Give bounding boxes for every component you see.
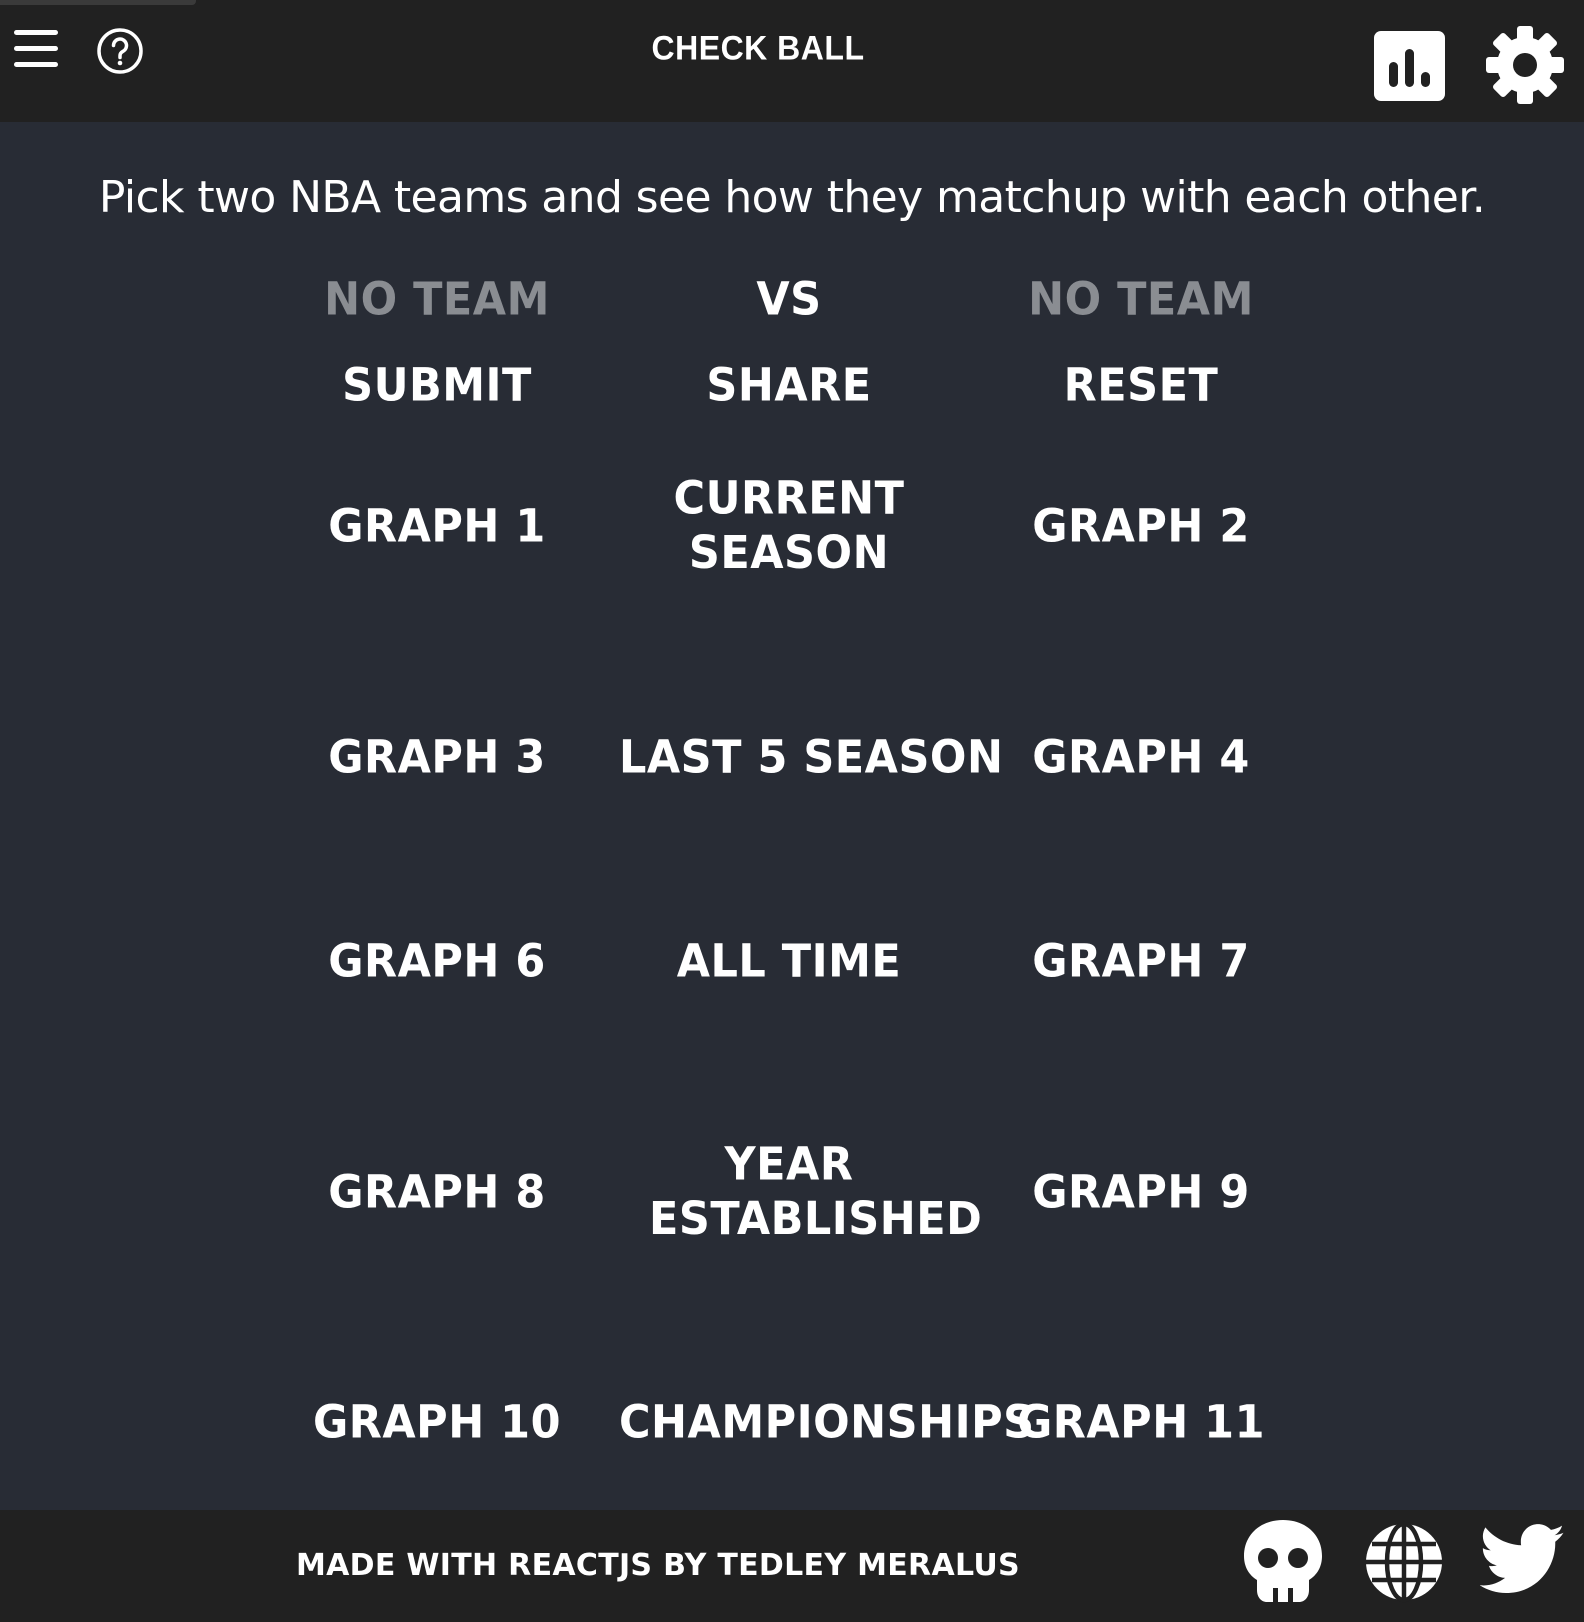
stat-row-label: LAST 5 SEASON [619, 731, 1004, 785]
vs-label: VS [756, 273, 822, 327]
reset-button[interactable]: RESET [971, 359, 1311, 414]
graph-left: GRAPH 1 [328, 500, 546, 554]
team-select-right[interactable]: NO TEAM [971, 273, 1311, 328]
menu-icon[interactable] [14, 28, 58, 70]
graph-right: GRAPH 2 [1032, 500, 1250, 554]
browser-tab-edge [0, 0, 196, 5]
graph-left: GRAPH 3 [328, 731, 546, 785]
stat-row-label: CURRENT SEASON [673, 472, 905, 580]
graph-right: GRAPH 9 [1032, 1166, 1250, 1220]
submit-button[interactable]: SUBMIT [267, 359, 607, 414]
graph-right: GRAPH 11 [1017, 1396, 1265, 1450]
top-bar: CHECK BALL [0, 0, 1584, 122]
stat-row-label: YEAR ESTABLISHED [649, 1138, 983, 1246]
team-select-left[interactable]: NO TEAM [267, 273, 607, 328]
bar-chart-icon[interactable] [1374, 31, 1445, 101]
help-icon[interactable] [96, 27, 144, 75]
gear-icon[interactable] [1484, 24, 1566, 106]
credit-text: MADE WITH REACTJS BY TEDLEY MERALUS [296, 1548, 1020, 1583]
skull-icon[interactable] [1240, 1518, 1326, 1604]
graph-right: GRAPH 4 [1032, 731, 1250, 785]
app-title: CHECK BALL [651, 28, 865, 68]
stat-row-label: ALL TIME [676, 935, 902, 989]
graph-left: GRAPH 8 [328, 1166, 546, 1220]
twitter-icon[interactable] [1480, 1522, 1566, 1598]
globe-icon[interactable] [1362, 1520, 1446, 1604]
graph-left: GRAPH 6 [328, 935, 546, 989]
footer: MADE WITH REACTJS BY TEDLEY MERALUS [0, 1510, 1584, 1622]
intro-text: Pick two NBA teams and see how they matc… [98, 172, 1486, 223]
stat-row-label: CHAMPIONSHIPS [619, 1396, 1035, 1450]
graph-right: GRAPH 7 [1032, 935, 1250, 989]
graph-left: GRAPH 10 [313, 1396, 561, 1450]
share-button[interactable]: SHARE [619, 359, 959, 414]
